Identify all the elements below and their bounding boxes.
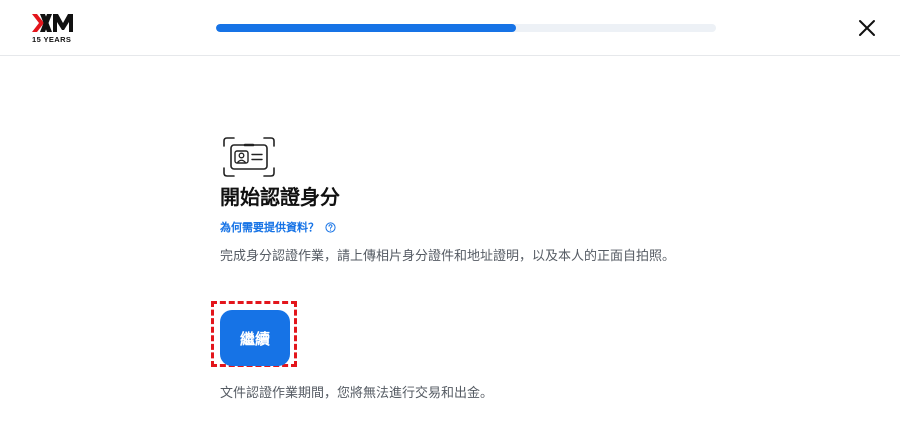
top-bar: 15 YEARS (0, 0, 900, 56)
close-icon (859, 20, 875, 36)
trading-restriction-note: 文件認證作業期間，您將無法進行交易和出金。 (220, 386, 494, 401)
progress-fill (216, 24, 516, 32)
progress-bar (216, 24, 716, 32)
logo-tagline: 15 YEARS (32, 35, 72, 44)
xm-logo[interactable]: 15 YEARS (32, 13, 76, 44)
question-circle-icon (325, 221, 336, 233)
xm-logo-mark (32, 14, 73, 32)
close-button[interactable] (856, 17, 878, 39)
why-info-link[interactable]: 為何需要提供資料？ (220, 219, 336, 235)
continue-button[interactable]: 繼續 (220, 310, 290, 366)
page-title: 開始認證身分 (220, 185, 340, 209)
why-info-label: 為何需要提供資料？ (220, 221, 319, 234)
description-text: 完成身分認證作業，請上傳相片身分證件和地址證明，以及本人的正面自拍照。 (220, 249, 676, 264)
id-card-scan-icon (223, 137, 275, 177)
